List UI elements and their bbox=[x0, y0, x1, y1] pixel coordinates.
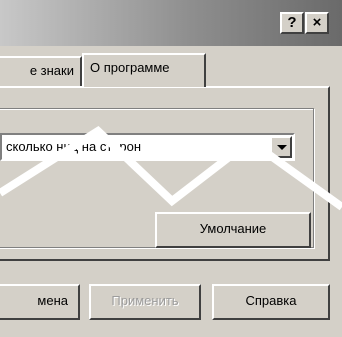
help-button[interactable]: Справка bbox=[212, 284, 330, 320]
cancel-button[interactable]: мена bbox=[0, 284, 80, 320]
help-caption-button[interactable]: ? bbox=[280, 12, 304, 34]
combo-dropdown-button[interactable] bbox=[270, 136, 292, 158]
defaults-button[interactable]: Умолчание bbox=[155, 212, 311, 248]
apply-button[interactable]: Применить bbox=[89, 284, 201, 320]
tab-about[interactable]: О программе bbox=[82, 53, 206, 87]
combo-value: сколько ниц на сторон bbox=[6, 139, 142, 154]
tab-signs[interactable]: е знаки bbox=[0, 56, 82, 87]
close-icon[interactable]: × bbox=[305, 12, 329, 34]
chevron-down-icon bbox=[277, 145, 287, 150]
pages-per-side-combo[interactable]: сколько ниц на сторон bbox=[0, 133, 295, 161]
